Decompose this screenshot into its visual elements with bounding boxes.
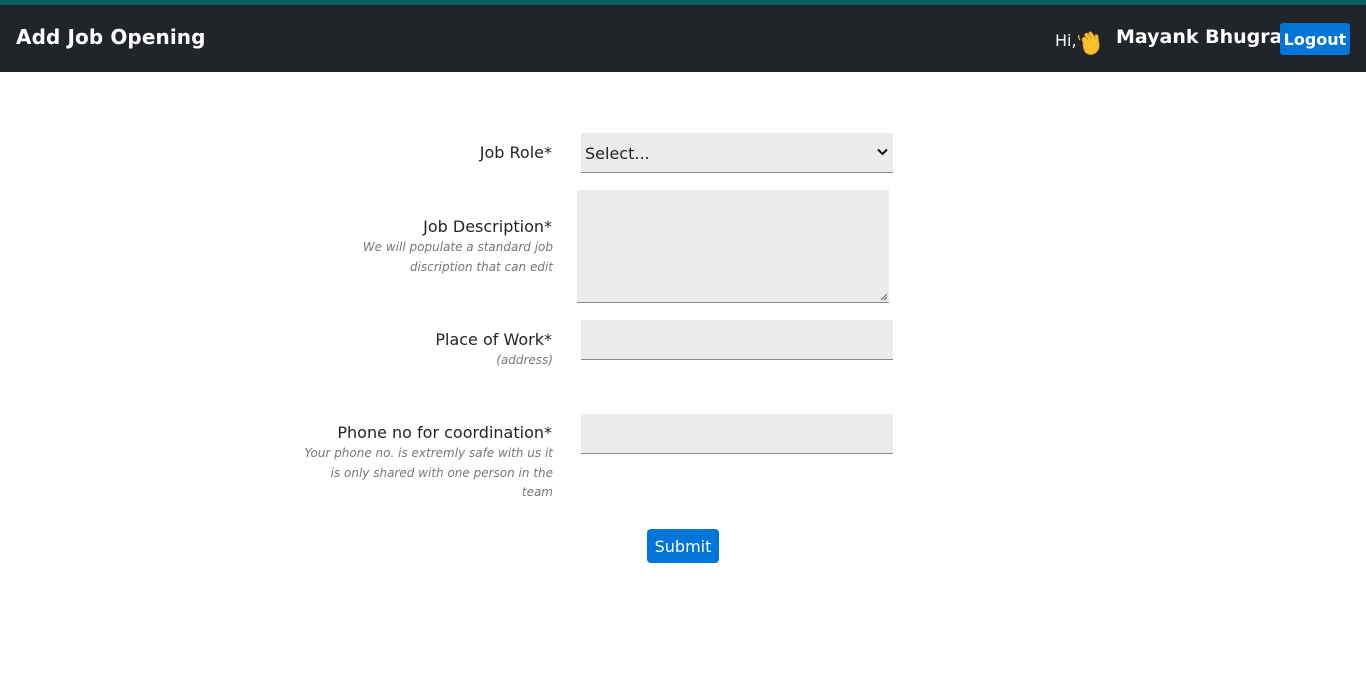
user-name: Mayank Bhugra xyxy=(1116,26,1283,48)
job-description-hint: We will populate a standard job discript… xyxy=(363,238,553,277)
job-description-textarea[interactable] xyxy=(577,190,889,303)
submit-button[interactable]: Submit xyxy=(647,529,719,563)
navbar: Add Job Opening Hi, Mayank Bhugra Logout xyxy=(0,5,1366,72)
place-of-work-hint: (address) xyxy=(496,353,553,367)
phone-input[interactable] xyxy=(581,414,893,454)
greeting-text: Hi, xyxy=(1055,31,1077,50)
waving-hand-icon xyxy=(1078,31,1100,55)
job-description-hint-line: discription that can edit xyxy=(409,259,553,274)
chevron-down-icon xyxy=(877,148,888,156)
job-role-select[interactable]: Select... xyxy=(581,133,893,173)
phone-hint-line: team xyxy=(521,485,553,499)
logout-button[interactable]: Logout xyxy=(1280,23,1350,55)
phone-hint: Your phone no. is extremly safe with us … xyxy=(304,444,553,503)
place-of-work-label: Place of Work* xyxy=(435,330,552,349)
resize-handle-icon[interactable] xyxy=(880,293,888,301)
job-description-label: Job Description* xyxy=(423,217,552,236)
job-description-hint-line: We will populate a standard job xyxy=(362,240,553,254)
job-role-label: Job Role* xyxy=(479,143,552,162)
job-role-selected-value: Select... xyxy=(585,144,650,163)
page-title: Add Job Opening xyxy=(16,25,206,49)
phone-label: Phone no for coordination* xyxy=(337,423,552,442)
place-of-work-input[interactable] xyxy=(581,320,893,360)
phone-hint-line: Your phone no. is extremly safe with us … xyxy=(304,446,553,460)
phone-hint-line: is only shared with one person in the xyxy=(330,465,553,480)
